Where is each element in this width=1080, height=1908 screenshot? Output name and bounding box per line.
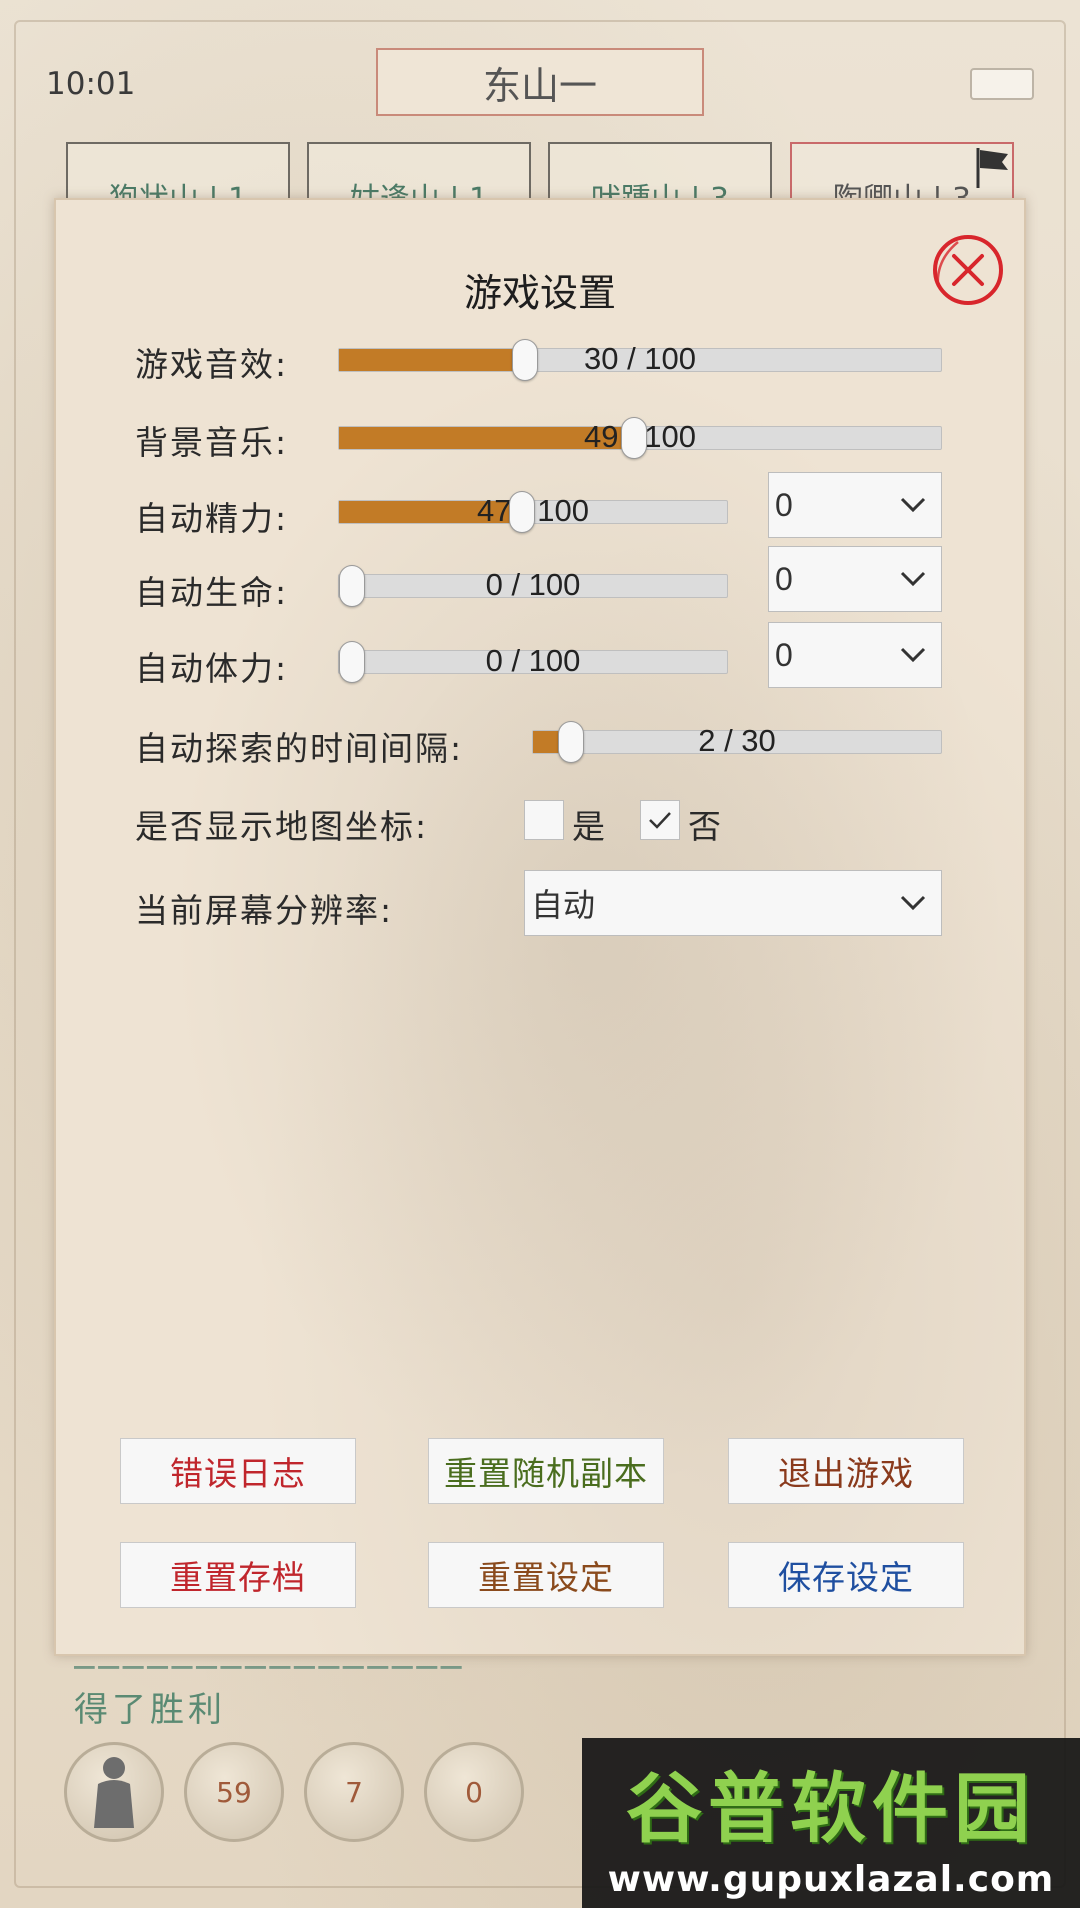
watermark: 谷普软件园 www.gupuxlazal.com: [582, 1738, 1080, 1908]
slider-handle[interactable]: [509, 491, 536, 533]
select-value: 自动: [531, 887, 596, 923]
select-value: 0: [775, 636, 793, 673]
log-line: 得了胜利: [74, 1690, 226, 1730]
chevron-down-icon: [900, 571, 926, 587]
chevron-down-icon: [900, 895, 926, 911]
music-label: 背景音乐:: [135, 423, 289, 462]
explore-interval-label: 自动探索的时间间隔:: [135, 729, 464, 768]
tab-mountain-3[interactable]: 吠踵山 | 3: [548, 142, 772, 204]
quit-game-button[interactable]: 退出游戏: [728, 1438, 964, 1504]
auto-stamina-select[interactable]: 0: [768, 622, 942, 688]
auto-energy-select[interactable]: 0: [768, 472, 942, 538]
auto-energy-slider[interactable]: 47 / 100: [338, 491, 728, 533]
map-title[interactable]: 东山一: [376, 48, 704, 116]
select-value: 0: [775, 486, 793, 523]
slider-value: 0 / 100: [485, 567, 581, 602]
settings-dialog: 游戏设置 游戏音效: 30 / 100 背景音乐: 49 / 100 自动精力:…: [54, 198, 1026, 1656]
slider-value: 0 / 100: [485, 643, 581, 678]
slider-handle[interactable]: [621, 417, 648, 459]
level-badge: 59: [216, 1775, 252, 1809]
slider-handle[interactable]: [339, 641, 365, 683]
slider-handle[interactable]: [511, 339, 538, 381]
explore-interval-slider[interactable]: 2 / 30: [532, 721, 942, 763]
checkmark-icon: [649, 812, 671, 829]
sound-slider[interactable]: 30 / 100: [338, 339, 942, 381]
resolution-label: 当前屏幕分辨率:: [135, 891, 394, 930]
auto-stamina-label: 自动体力:: [135, 649, 289, 688]
slider-handle[interactable]: [339, 565, 365, 607]
save-settings-button[interactable]: 保存设定: [728, 1542, 964, 1608]
wings-button[interactable]: 7: [304, 1742, 404, 1842]
map-coords-label: 是否显示地图坐标:: [135, 807, 429, 846]
scroll-button[interactable]: 0: [424, 1742, 524, 1842]
character-icon: [94, 1757, 134, 1828]
level-button[interactable]: 59: [184, 1742, 284, 1842]
tab-mountain-1[interactable]: 狍状山 | 1: [66, 142, 290, 204]
auto-energy-label: 自动精力:: [135, 499, 289, 538]
slider-handle[interactable]: [558, 721, 585, 763]
sound-label: 游戏音效:: [135, 345, 289, 384]
flag-icon: [976, 148, 1008, 188]
music-slider[interactable]: 49 / 100: [338, 417, 942, 459]
auto-stamina-slider[interactable]: 0 / 100: [338, 641, 728, 683]
map-coords-no-label: 否: [688, 807, 721, 846]
reset-random-dungeon-button[interactable]: 重置随机副本: [428, 1438, 664, 1504]
watermark-title: 谷普软件园: [626, 1763, 1036, 1853]
chevron-down-icon: [900, 497, 926, 513]
tab-mountain-2[interactable]: 姑逢山 | 1: [307, 142, 531, 204]
dialog-title: 游戏设置: [463, 271, 616, 315]
watermark-url: www.gupuxlazal.com: [607, 1858, 1055, 1900]
map-coords-yes-checkbox[interactable]: [524, 800, 564, 840]
auto-life-slider[interactable]: 0 / 100: [338, 565, 728, 607]
close-icon[interactable]: [928, 230, 1008, 310]
resolution-select[interactable]: 自动: [524, 870, 942, 936]
error-log-button[interactable]: 错误日志: [120, 1438, 356, 1504]
auto-life-label: 自动生命:: [135, 573, 289, 612]
battery-icon: [970, 68, 1034, 100]
reset-settings-button[interactable]: 重置设定: [428, 1542, 664, 1608]
chevron-down-icon: [900, 647, 926, 663]
auto-life-select[interactable]: 0: [768, 546, 942, 612]
character-button[interactable]: [64, 1742, 164, 1842]
map-coords-yes-label: 是: [572, 807, 605, 846]
slider-value: 30 / 100: [583, 341, 697, 376]
reset-save-button[interactable]: 重置存档: [120, 1542, 356, 1608]
scroll-badge: 0: [465, 1775, 483, 1809]
select-value: 0: [775, 560, 793, 597]
wings-badge: 7: [345, 1775, 363, 1809]
clock: 10:01: [46, 66, 136, 102]
map-coords-no-checkbox[interactable]: [640, 800, 680, 840]
slider-value: 2 / 30: [698, 723, 776, 758]
